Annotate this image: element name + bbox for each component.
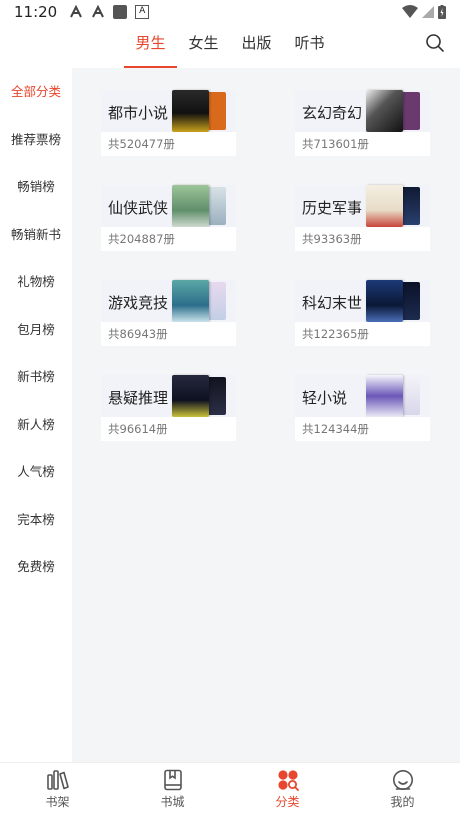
book-cover: [172, 280, 209, 322]
category-card-urban[interactable]: 都市小说 共520477册: [101, 90, 236, 156]
category-name: 仙侠武侠: [108, 199, 169, 217]
category-card-xianxia[interactable]: 仙侠武侠 共204887册: [101, 185, 236, 251]
category-name: 轻小说: [302, 389, 348, 407]
battery-icon: [438, 5, 446, 19]
category-card-gaming[interactable]: 游戏竞技 共86943册: [101, 280, 236, 346]
category-name: 科幻末世: [302, 294, 363, 312]
nav-label: 书架: [45, 795, 70, 809]
category-name: 玄幻奇幻: [302, 104, 363, 122]
category-name: 悬疑推理: [108, 389, 169, 407]
category-count: 共713601册: [295, 132, 430, 156]
category-count: 共86943册: [101, 322, 236, 346]
book-cover: [172, 375, 209, 417]
category-name: 历史军事: [302, 199, 363, 217]
sidebar-item-monthly[interactable]: 包月榜: [0, 306, 72, 354]
top-header: 男生 女生 出版 听书: [0, 24, 460, 68]
tab-audiobook[interactable]: 听书: [283, 24, 336, 68]
category-card-fantasy[interactable]: 玄幻奇幻 共713601册: [295, 90, 430, 156]
nav-bookshelf[interactable]: 书架: [0, 763, 115, 817]
category-card-history[interactable]: 历史军事 共93363册: [295, 185, 430, 251]
sidebar-item-recommend-votes[interactable]: 推荐票榜: [0, 116, 72, 164]
status-bar: 11:20 A: [0, 0, 460, 24]
category-count: 共124344册: [295, 417, 430, 441]
book-cover: [172, 185, 209, 227]
bookstore-icon: [163, 769, 182, 791]
sidebar-item-bestseller[interactable]: 畅销榜: [0, 163, 72, 211]
category-grid: 都市小说 共520477册 玄幻奇幻 共713601册 仙侠武侠 共204887…: [72, 68, 460, 762]
category-count: 共520477册: [101, 132, 236, 156]
nav-profile[interactable]: 我的: [345, 763, 460, 817]
status-time: 11:20: [14, 3, 58, 21]
search-icon[interactable]: [424, 32, 446, 54]
book-cover: [366, 280, 403, 322]
category-count: 共122365册: [295, 322, 430, 346]
category-card-scifi[interactable]: 科幻末世 共122365册: [295, 280, 430, 346]
signal-icon: [422, 6, 434, 18]
category-count: 共93363册: [295, 227, 430, 251]
app-a-icon: [69, 4, 83, 19]
nav-bookstore[interactable]: 书城: [115, 763, 230, 817]
category-card-mystery[interactable]: 悬疑推理 共96614册: [101, 375, 236, 441]
sidebar-item-all-categories[interactable]: 全部分类: [0, 68, 72, 116]
nav-category[interactable]: 分类: [230, 763, 345, 817]
book-cover: [366, 90, 403, 132]
profile-icon: [392, 770, 413, 790]
sidebar-item-free[interactable]: 免费榜: [0, 543, 72, 591]
app-a-icon-2: [91, 4, 105, 19]
sidebar-item-new-authors[interactable]: 新人榜: [0, 401, 72, 449]
book-cover: [172, 90, 209, 132]
bottom-nav: 书架 书城 分类 我的: [0, 762, 460, 817]
category-icon: [277, 770, 299, 791]
wifi-icon: [402, 5, 418, 18]
sidebar-item-bestseller-new[interactable]: 畅销新书: [0, 211, 72, 259]
sidebar-item-completed[interactable]: 完本榜: [0, 496, 72, 544]
nav-label: 书城: [160, 795, 185, 809]
category-card-light-novel[interactable]: 轻小说 共124344册: [295, 375, 430, 441]
sidebar-item-gift[interactable]: 礼物榜: [0, 258, 72, 306]
nav-label: 我的: [390, 795, 415, 809]
book-cover: [366, 375, 403, 417]
bookshelf-icon: [46, 770, 69, 790]
category-name: 都市小说: [108, 104, 169, 122]
category-count: 共96614册: [101, 417, 236, 441]
sidebar-item-popularity[interactable]: 人气榜: [0, 448, 72, 496]
notification-box-icon: A: [135, 5, 150, 19]
notification-square-icon: [113, 5, 128, 19]
book-cover: [366, 185, 403, 227]
rank-sidebar: 全部分类 推荐票榜 畅销榜 畅销新书 礼物榜 包月榜 新书榜 新人榜 人气榜 完…: [0, 68, 72, 762]
gender-tabs: 男生 女生 出版 听书: [124, 24, 336, 68]
category-name: 游戏竞技: [108, 294, 169, 312]
category-count: 共204887册: [101, 227, 236, 251]
tab-publish[interactable]: 出版: [230, 24, 283, 68]
nav-label: 分类: [275, 795, 300, 809]
sidebar-item-new-books[interactable]: 新书榜: [0, 353, 72, 401]
tab-female[interactable]: 女生: [177, 24, 230, 68]
tab-male[interactable]: 男生: [124, 24, 177, 68]
